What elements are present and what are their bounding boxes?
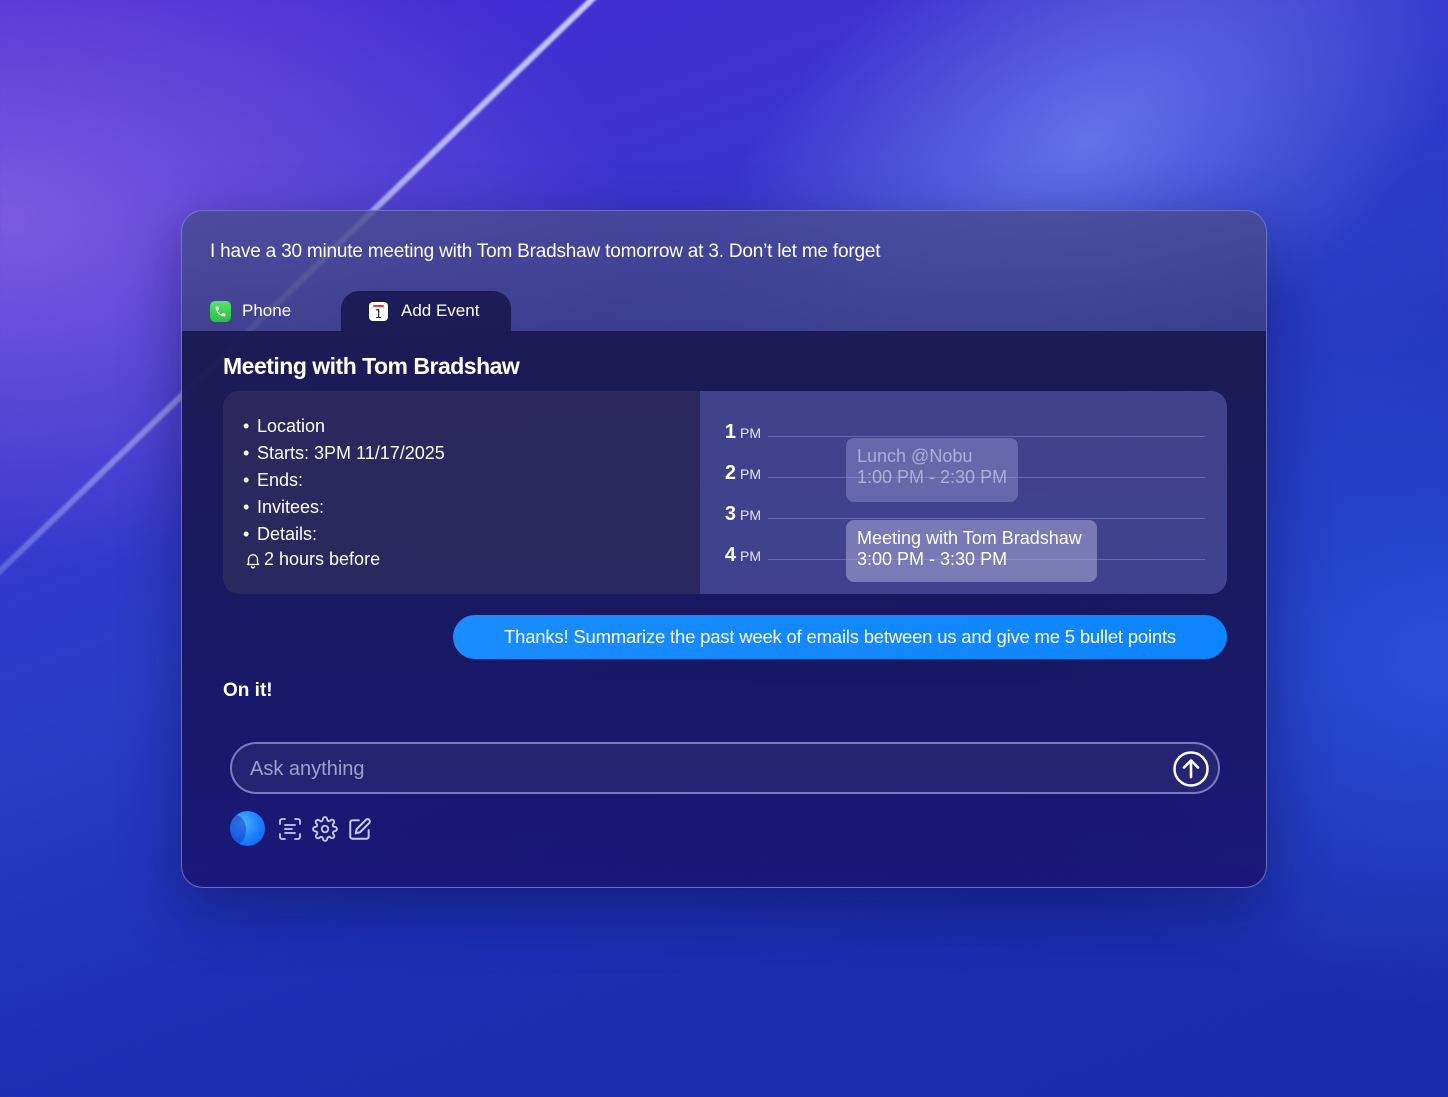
- hour-label: 4 PM: [724, 544, 761, 566]
- phone-icon: [210, 300, 231, 322]
- panel-header: I have a 30 minute meeting with Tom Brad…: [182, 211, 1266, 331]
- day-calendar: 1 PM 2 PM 3 PM 4 PM Lunch @Nobu 1:00 PM …: [700, 391, 1227, 594]
- event-details: • Location • Starts: 3PM 11/17/2025 • Ends:…: [223, 391, 700, 594]
- ask-input-container: [230, 742, 1220, 794]
- user-prompt: I have a 30 minute meeting with Tom Brad…: [210, 241, 881, 262]
- tab-phone[interactable]: Phone: [210, 291, 291, 331]
- detail-details[interactable]: • Details:: [243, 521, 445, 548]
- panel-body: Meeting with Tom Bradshaw • Location • Sta…: [182, 331, 1266, 887]
- assistant-panel: I have a 30 minute meeting with Tom Brad…: [181, 210, 1267, 888]
- assistant-orb-icon[interactable]: [230, 811, 265, 846]
- event-block-title: Lunch @Nobu: [857, 446, 973, 466]
- reminder-label: 2 hours before: [264, 549, 381, 569]
- event-block-title: Meeting with Tom Bradshaw: [857, 528, 1082, 548]
- calendar-event-lunch[interactable]: Lunch @Nobu 1:00 PM - 2:30 PM: [846, 438, 1018, 502]
- reminder-row[interactable]: 2 hours before: [243, 546, 445, 573]
- tab-bar: Phone 1 Add Event: [182, 291, 1266, 331]
- hour-line: [768, 518, 1205, 519]
- detail-starts[interactable]: • Starts: 3PM 11/17/2025: [243, 440, 445, 467]
- hour-label: 2 PM: [724, 462, 761, 484]
- tab-add-event[interactable]: 1 Add Event: [341, 291, 511, 331]
- event-block-time: 1:00 PM - 2:30 PM: [857, 467, 1008, 487]
- event-card: • Location • Starts: 3PM 11/17/2025 • Ends:…: [223, 391, 1227, 594]
- gear-icon[interactable]: [312, 815, 338, 842]
- tab-phone-label: Phone: [242, 301, 292, 320]
- send-arrow-icon[interactable]: [1172, 750, 1210, 788]
- calendar-event-meeting[interactable]: Meeting with Tom Bradshaw 3:00 PM - 3:30…: [846, 520, 1097, 582]
- event-title: Meeting with Tom Bradshaw: [223, 353, 520, 379]
- compose-icon[interactable]: [347, 816, 373, 842]
- hour-line: [768, 436, 1205, 437]
- event-block-time: 3:00 PM - 3:30 PM: [857, 549, 1008, 569]
- detail-invitees[interactable]: • Invitees:: [243, 494, 445, 521]
- hour-label: 1 PM: [724, 421, 761, 443]
- scan-text-icon[interactable]: [277, 816, 303, 842]
- hour-label: 3 PM: [724, 503, 761, 525]
- calendar-icon: 1: [369, 301, 388, 321]
- tab-add-event-label: Add Event: [401, 301, 480, 320]
- detail-list: • Location • Starts: 3PM 11/17/2025 • Ends:…: [243, 413, 445, 573]
- input-toolbar: [230, 811, 382, 846]
- ask-input[interactable]: [248, 744, 1158, 794]
- detail-location[interactable]: • Location: [243, 413, 445, 440]
- bell-icon: [246, 553, 260, 568]
- assistant-reply: On it!: [223, 680, 273, 701]
- user-message-bubble: Thanks! Summarize the past week of email…: [453, 615, 1227, 659]
- detail-ends[interactable]: • Ends:: [243, 467, 445, 494]
